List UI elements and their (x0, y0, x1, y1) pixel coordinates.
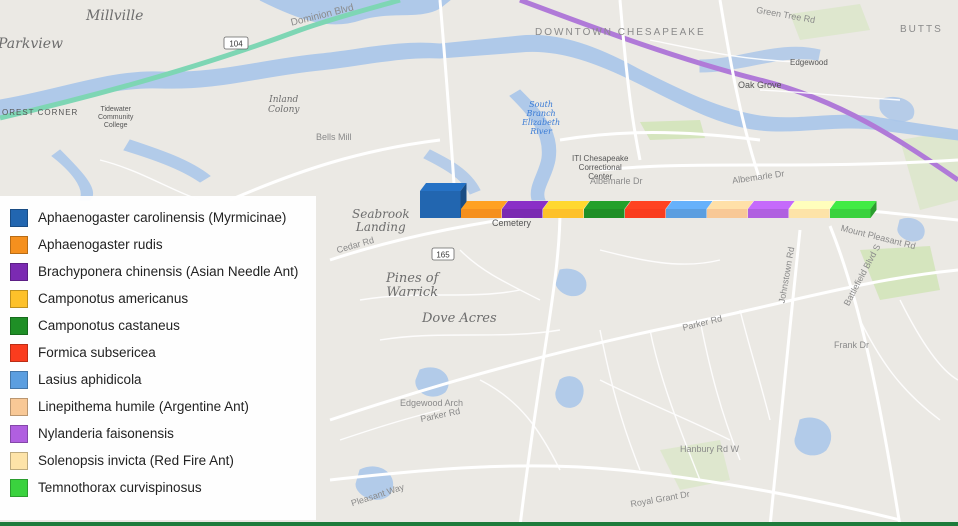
legend-label: Brachyponera chinensis (Asian Needle Ant… (38, 264, 299, 279)
legend-item[interactable]: Brachyponera chinensis (Asian Needle Ant… (10, 258, 316, 285)
legend-swatch (10, 289, 28, 308)
bar-segment-8[interactable] (707, 201, 754, 218)
place-label-butts: BUTTS (900, 24, 943, 35)
bar-segment-7[interactable] (666, 201, 713, 218)
legend-swatch (10, 316, 28, 335)
legend-label: Nylanderia faisonensis (38, 426, 174, 441)
legend-item[interactable]: Temnothorax curvispinosus (10, 474, 316, 501)
place-label-tidewater: Tidewater Community College (98, 106, 134, 129)
legend-label: Aphaenogaster rudis (38, 237, 163, 252)
bar-segment-3[interactable] (502, 201, 549, 218)
bar-segment-4[interactable] (543, 201, 590, 218)
legend-swatch (10, 235, 28, 254)
street-label-frank-dr: Frank Dr (834, 340, 870, 350)
bar-segment-1[interactable] (420, 183, 467, 218)
legend-item[interactable]: Aphaenogaster carolinensis (Myrmicinae) (10, 204, 316, 231)
bar-segment-11[interactable] (830, 201, 877, 218)
place-label-millville: Millville (86, 8, 144, 24)
place-label-parkview: Parkview (0, 36, 63, 52)
svg-text:165: 165 (436, 251, 450, 260)
legend-swatch (10, 208, 28, 227)
bar-segment-6[interactable] (625, 201, 672, 218)
route-shield-165: 165 (431, 247, 455, 261)
legend-label: Solenopsis invicta (Red Fire Ant) (38, 453, 234, 468)
place-label-corner: OREST CORNER (2, 108, 79, 117)
legend-swatch (10, 370, 28, 389)
street-label-albemarle: Albemarle Dr (590, 176, 643, 186)
bar-segment-5[interactable] (584, 201, 631, 218)
place-label-pines: Pines of Warrick (386, 271, 439, 300)
legend-item[interactable]: Camponotus castaneus (10, 312, 316, 339)
legend-swatch (10, 343, 28, 362)
legend-label: Lasius aphidicola (38, 372, 142, 387)
route-shield-104: 104 (223, 36, 249, 50)
legend-label: Camponotus americanus (38, 291, 189, 306)
legend-label: Aphaenogaster carolinensis (Myrmicinae) (38, 210, 287, 225)
legend-swatch (10, 397, 28, 416)
park-area (640, 120, 705, 140)
legend-item[interactable]: Linepithema humile (Argentine Ant) (10, 393, 316, 420)
legend-swatch (10, 262, 28, 281)
street-label-bells-mill: Bells Mill (316, 132, 352, 142)
place-label-cemetery: Cemetery (492, 218, 532, 228)
legend-swatch (10, 451, 28, 470)
place-label-oak-grove: Oak Grove (738, 80, 782, 90)
street-label-hanbury: Hanbury Rd W (680, 444, 740, 454)
bar-segment-9[interactable] (748, 201, 795, 218)
bar-segment-10[interactable] (789, 201, 836, 218)
street-label-edgewood-arch: Edgewood Arch (400, 398, 464, 408)
place-label-inland-colony: Inland Colony (268, 95, 300, 115)
place-label-downtown: DOWNTOWN CHESAPEAKE (535, 27, 706, 38)
legend-label: Temnothorax curvispinosus (38, 480, 202, 495)
legend-item[interactable]: Nylanderia faisonensis (10, 420, 316, 447)
water-label-south-branch: South Branch Elizabeth River (522, 100, 561, 136)
legend-panel: Aphaenogaster carolinensis (Myrmicinae) A… (0, 196, 316, 520)
bar-segment-2[interactable] (461, 201, 508, 218)
legend-item[interactable]: Lasius aphidicola (10, 366, 316, 393)
place-label-seabrook: Seabrook Landing (352, 207, 410, 234)
bottom-accent-bar (0, 522, 958, 526)
legend-item[interactable]: Formica subsericea (10, 339, 316, 366)
legend-swatch (10, 478, 28, 497)
legend-label: Camponotus castaneus (38, 318, 180, 333)
legend-label: Formica subsericea (38, 345, 156, 360)
place-label-dove-acres: Dove Acres (422, 311, 497, 326)
legend-swatch (10, 424, 28, 443)
svg-text:104: 104 (229, 40, 243, 49)
legend-label: Linepithema humile (Argentine Ant) (38, 399, 249, 414)
legend-item[interactable]: Solenopsis invicta (Red Fire Ant) (10, 447, 316, 474)
legend-item[interactable]: Aphaenogaster rudis (10, 231, 316, 258)
place-label-edgewood: Edgewood (790, 58, 828, 67)
legend-item[interactable]: Camponotus americanus (10, 285, 316, 312)
